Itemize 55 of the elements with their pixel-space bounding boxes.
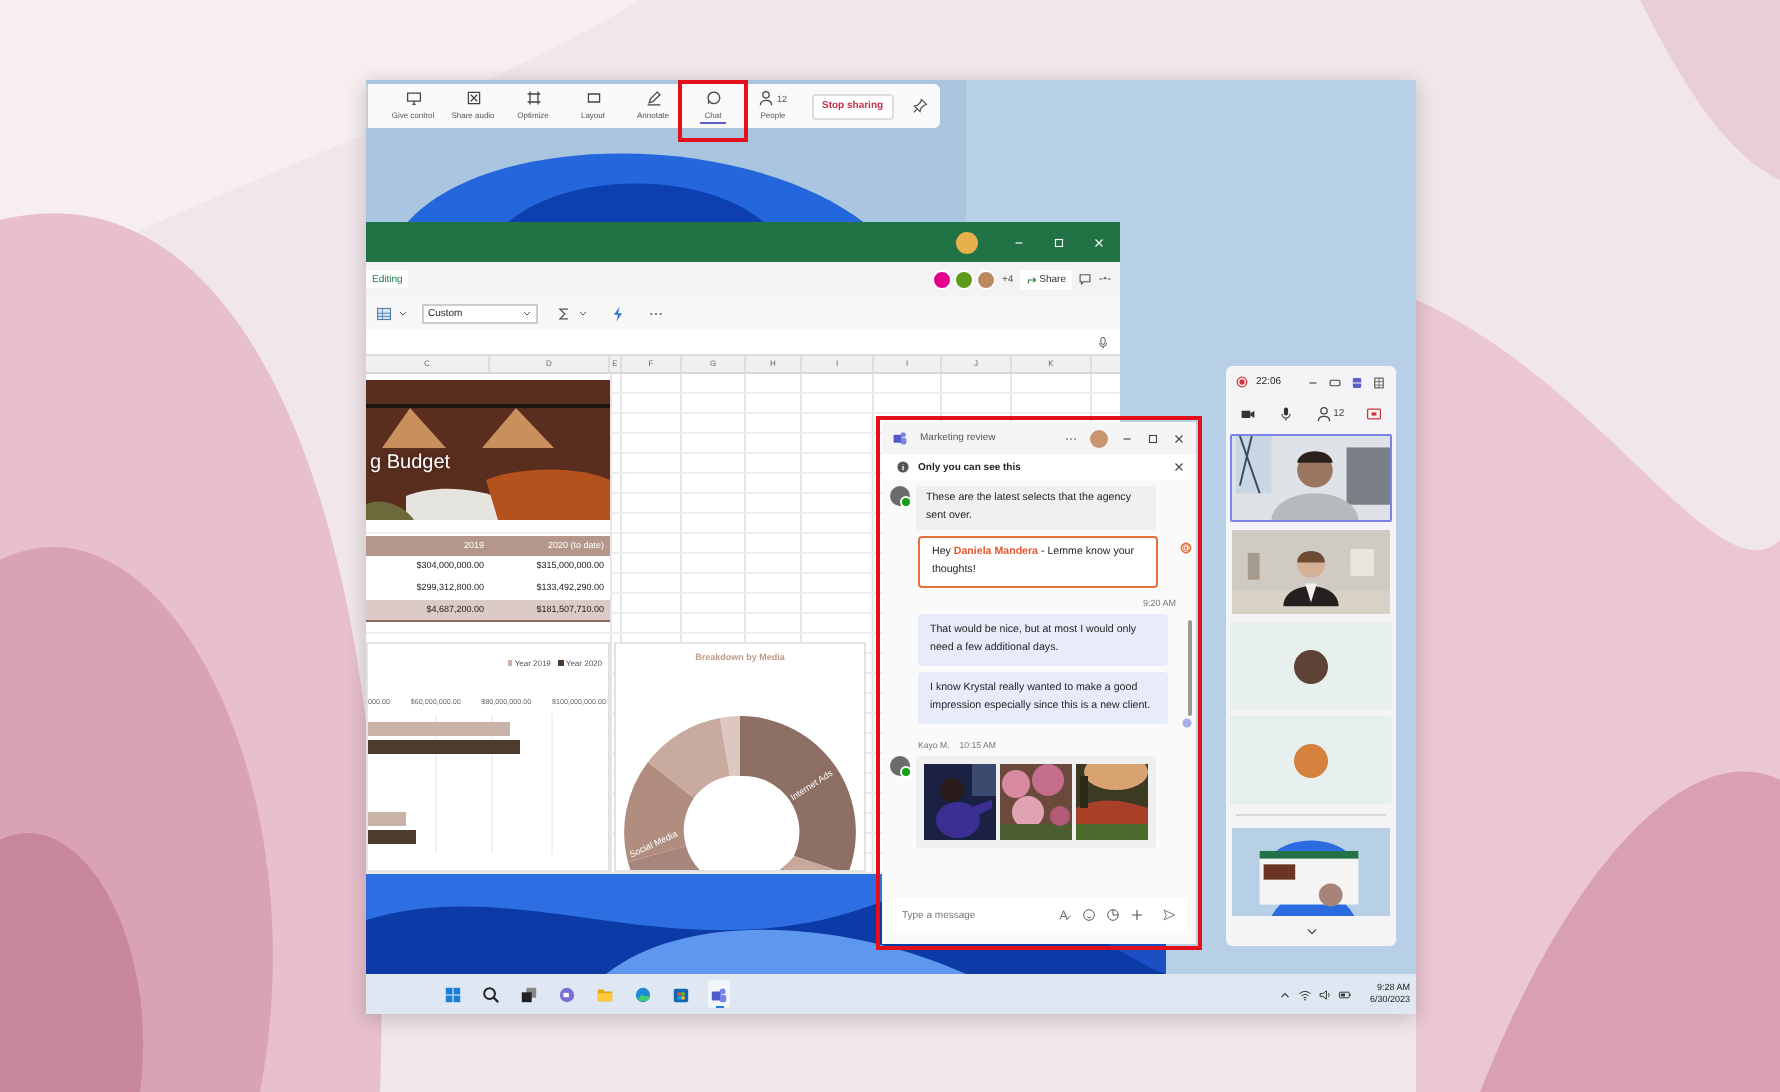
camera-icon[interactable] [1240,406,1256,422]
windows-icon[interactable] [444,985,462,1003]
format-icon[interactable] [1058,908,1072,922]
chevron-down-icon[interactable] [1303,924,1319,940]
task-view-icon[interactable] [520,985,538,1003]
avatar-icon[interactable] [956,231,978,253]
maximize-icon[interactable] [1146,431,1160,445]
avatar-icon [1294,743,1328,777]
speaker-icon[interactable] [1317,987,1332,1001]
comment-icon[interactable] [1078,272,1092,286]
stop-share-icon[interactable] [1366,406,1382,422]
pen-icon [645,90,661,106]
sheet-title: g Budget [370,452,451,474]
chat-icon [705,90,721,106]
people-app-icon [892,430,908,446]
people-icon[interactable] [1315,406,1332,422]
video-tile[interactable] [1230,716,1392,804]
store-icon[interactable] [672,985,690,1003]
share-icon [1025,273,1038,285]
grid-icon[interactable] [376,305,392,321]
emoji-icon[interactable] [1082,908,1096,922]
avatar-icon [1294,649,1328,683]
close-icon[interactable] [1172,431,1186,445]
people-app-icon[interactable] [710,985,728,1003]
lightning-icon[interactable] [610,305,626,321]
pin-icon[interactable] [911,98,928,114]
plus-icon[interactable] [1130,908,1144,922]
sum-icon[interactable] [556,305,572,321]
window-icon[interactable] [1328,375,1342,389]
avatar-icon[interactable] [931,269,952,289]
chevron-up-icon[interactable] [1277,987,1292,1001]
avatar-icon[interactable] [890,486,910,506]
send-icon[interactable] [1162,908,1176,922]
close-icon[interactable] [1172,460,1186,474]
more-icon[interactable] [1098,272,1112,286]
browser-icon[interactable] [634,985,652,1003]
grid-icon[interactable] [1372,375,1386,389]
avatar-icon[interactable] [890,756,910,776]
info-icon [896,460,910,474]
wifi-icon[interactable] [1297,987,1312,1001]
avatar-icon[interactable] [975,269,996,289]
recording-icon [1236,376,1248,388]
microphone-icon[interactable] [1277,406,1294,422]
search-icon[interactable] [482,985,500,1003]
crossed-box-icon [465,90,481,106]
battery-icon[interactable] [1337,987,1352,1001]
monitor-icon [405,90,421,106]
people-icon [758,90,775,106]
window-icon [585,90,601,106]
frame-icon [525,90,541,106]
sticker-icon[interactable] [1106,908,1120,922]
avatar-icon[interactable] [953,269,974,289]
video-tile[interactable] [1230,622,1392,710]
chat-bubble-icon[interactable] [558,985,576,1003]
layout-icon[interactable] [1350,375,1364,389]
